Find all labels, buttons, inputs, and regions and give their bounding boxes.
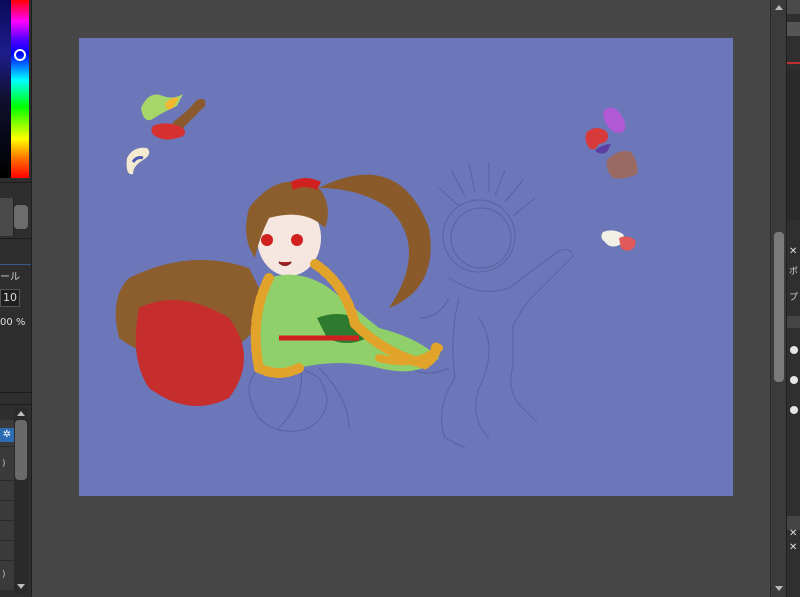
scroll-down-arrow-icon[interactable] bbox=[17, 584, 25, 589]
list-item bbox=[0, 560, 14, 561]
divider-active bbox=[0, 264, 31, 265]
panel-icon-button[interactable] bbox=[787, 316, 800, 328]
hue-slider[interactable] bbox=[11, 0, 29, 178]
drawing-canvas[interactable] bbox=[79, 38, 733, 496]
list-item[interactable]: ) bbox=[2, 459, 6, 469]
list-item bbox=[0, 500, 14, 501]
canvas-scroll-thumb[interactable] bbox=[774, 232, 784, 382]
layer-list-scroll-thumb[interactable] bbox=[15, 420, 27, 480]
character-illustration bbox=[115, 174, 443, 406]
paint-app-window: ール 10 00 % ✲ ) ) ✕ ポ プ ✕ ✕ bbox=[0, 0, 800, 597]
color-scribbles-right bbox=[585, 107, 638, 251]
close-panel-button[interactable]: ✕ bbox=[789, 542, 797, 553]
scroll-up-arrow-icon[interactable] bbox=[17, 411, 25, 416]
panel-label: ポ bbox=[789, 267, 799, 277]
scroll-up-arrow-icon[interactable] bbox=[775, 5, 783, 10]
hue-slider-handle[interactable] bbox=[14, 49, 26, 61]
list-item[interactable]: ) bbox=[2, 570, 6, 580]
list-item bbox=[0, 520, 14, 521]
navigator-header bbox=[787, 0, 800, 14]
close-panel-button[interactable]: ✕ bbox=[789, 246, 797, 257]
color-saturation-field[interactable] bbox=[0, 0, 11, 178]
right-panel: ✕ ポ プ ✕ ✕ bbox=[786, 0, 800, 597]
panel-label: プ bbox=[789, 293, 799, 303]
opacity-value[interactable]: 00 % bbox=[0, 317, 25, 328]
radio-option[interactable] bbox=[790, 346, 798, 354]
divider bbox=[0, 392, 31, 393]
radio-option[interactable] bbox=[790, 406, 798, 414]
close-panel-button[interactable]: ✕ bbox=[789, 528, 797, 539]
navigator-preview[interactable] bbox=[787, 70, 800, 220]
artwork bbox=[115, 94, 638, 449]
color-scribbles-left bbox=[126, 94, 206, 175]
sub-tool-scroll-thumb[interactable] bbox=[14, 205, 28, 229]
divider bbox=[0, 182, 31, 183]
radio-option[interactable] bbox=[790, 376, 798, 384]
left-panel: ール 10 00 % ✲ ) ) bbox=[0, 0, 32, 597]
canvas-workspace bbox=[32, 0, 770, 597]
gear-icon[interactable]: ✲ bbox=[0, 428, 14, 442]
list-item bbox=[0, 540, 14, 541]
list-item bbox=[0, 480, 14, 481]
canvas-vertical-scrollbar[interactable] bbox=[770, 0, 786, 597]
tool-property-label: ール bbox=[0, 272, 20, 283]
layer-list-scrollbar[interactable] bbox=[14, 408, 28, 594]
divider bbox=[0, 238, 31, 239]
navigator-control[interactable] bbox=[787, 22, 800, 36]
list-item bbox=[0, 446, 14, 447]
navigator-view-marker bbox=[787, 62, 800, 64]
sub-tool-slot[interactable] bbox=[0, 198, 14, 236]
scroll-down-arrow-icon[interactable] bbox=[775, 586, 783, 591]
brush-size-field[interactable]: 10 bbox=[0, 289, 20, 307]
divider bbox=[0, 404, 31, 405]
